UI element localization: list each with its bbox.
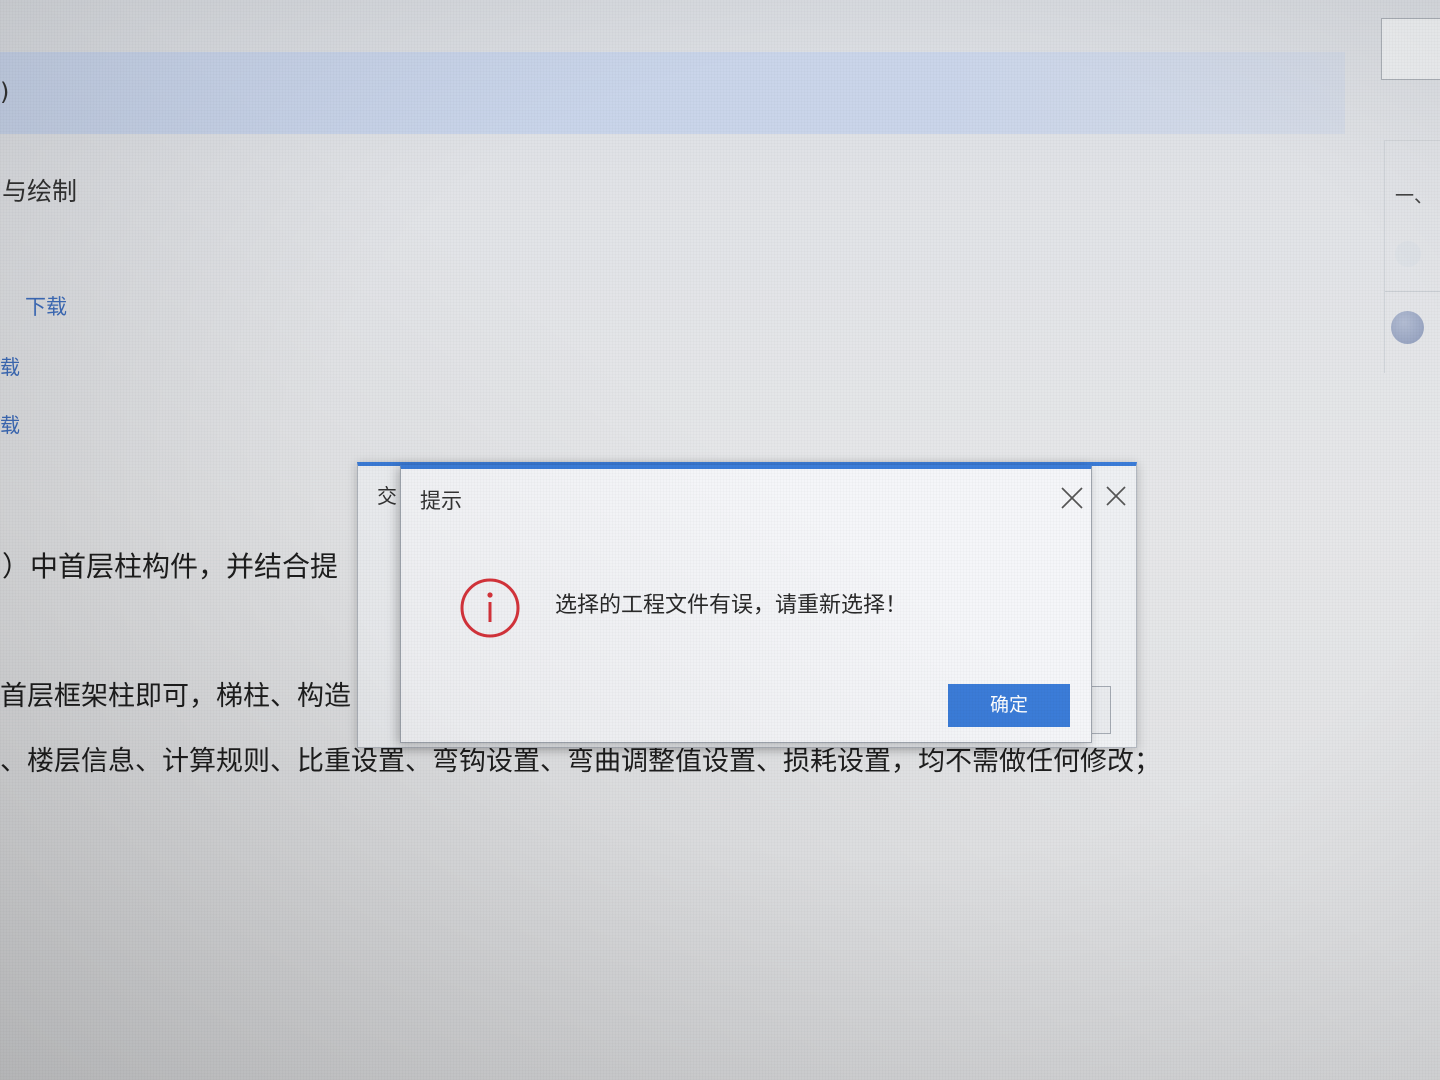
right-side-panel: 一、 <box>1384 140 1440 373</box>
download-link-fragment[interactable]: 载 <box>0 355 20 379</box>
alert-dialog: 提示 选择的工程文件有误，请重新选择！ 确定 <box>400 465 1092 743</box>
instruction-paragraph: ）中首层柱构件，并结合提 <box>2 550 339 583</box>
banner-text: ) <box>0 78 10 106</box>
selected-row-banner[interactable]: ) <box>0 52 1345 134</box>
side-panel-input[interactable] <box>1381 18 1440 80</box>
instruction-paragraph: 、楼层信息、计算规则、比重设置、弯钩设置、弯曲调整值设置、损耗设置，均不需做任何… <box>0 746 1161 777</box>
dialog-close-button[interactable] <box>1059 485 1085 511</box>
instruction-paragraph: 首层框架柱即可，梯柱、构造 <box>0 681 351 712</box>
close-icon <box>1106 486 1126 506</box>
background-dialog-close-button[interactable] <box>1104 484 1128 508</box>
screen: ) 与绘制 下载 载 载 ）中首层柱构件，并结合提 首层框架柱即可，梯柱、构造 … <box>0 0 1440 1080</box>
side-panel-divider <box>1385 291 1440 292</box>
side-panel-heading: 一、 <box>1395 185 1434 207</box>
close-icon <box>1061 487 1083 509</box>
confirm-button[interactable]: 确定 <box>948 684 1070 727</box>
avatar-icon[interactable] <box>1391 311 1424 344</box>
background-dialog-title: 交 <box>377 484 397 508</box>
section-heading-fragment: 与绘制 <box>2 177 78 206</box>
download-link[interactable]: 下载 <box>25 295 67 319</box>
info-icon <box>459 577 521 639</box>
side-panel-icon <box>1395 241 1421 267</box>
download-link-fragment[interactable]: 载 <box>0 413 20 437</box>
dialog-message: 选择的工程文件有误，请重新选择！ <box>555 593 908 618</box>
dialog-title: 提示 <box>420 489 462 513</box>
